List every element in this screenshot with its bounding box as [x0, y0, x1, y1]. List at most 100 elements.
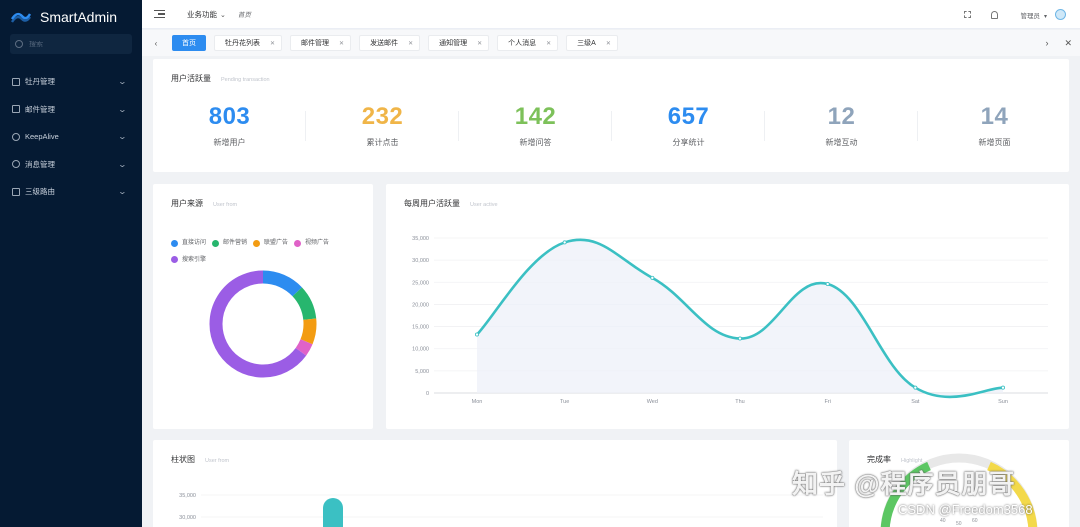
data-point[interactable] [475, 332, 480, 337]
legend-item[interactable]: 视频广告 [294, 236, 329, 250]
stat-label: 新增页面 [978, 138, 1011, 147]
avatar[interactable] [1055, 9, 1066, 20]
data-point[interactable] [737, 336, 742, 341]
stat-value: 12 [827, 103, 856, 130]
watermark: CSDN @Freedom3568 [898, 502, 1033, 517]
brand-name: SmartAdmin [40, 9, 118, 25]
user-menu[interactable]: 管理员 ▾ [1020, 10, 1047, 20]
y-tick-label: 35,000 [412, 236, 429, 242]
y-tick-label: 10,000 [412, 347, 429, 353]
data-point[interactable] [913, 385, 918, 390]
legend-label: 邮件营销 [223, 240, 248, 246]
sidebar-item-label: KeepAlive [25, 132, 59, 142]
bell-icon [12, 160, 20, 169]
stat-value: 14 [980, 103, 1009, 130]
gauge-tick: 50 [956, 521, 962, 527]
stat-pages: 14 新增页面 [918, 103, 1071, 148]
close-all-icon[interactable]: ✕ [1064, 38, 1072, 49]
line-chart: 0 5,000 10,000 15,000 20,000 25,000 30,000 35,0… [412, 236, 1048, 405]
user-name: 管理员 [1020, 12, 1040, 20]
sidebar-search-input[interactable] [29, 40, 129, 48]
sidebar-item-route[interactable]: 三级路由 ⌄ [0, 178, 142, 206]
logo-icon [10, 12, 32, 23]
sidebar-item-label: 牡丹管理 [25, 77, 55, 87]
business-menu[interactable]: 业务功能 ⌄ [187, 9, 226, 20]
sidebar-item-label: 消息管理 [25, 159, 55, 169]
stat-label: 分享统计 [672, 138, 705, 147]
card-title: 用户来源 User from [171, 198, 237, 209]
watermark: 知乎 @程序员朋哥 [792, 469, 1016, 499]
tab-level3[interactable]: 三级A ✕ [566, 35, 618, 51]
stat-value: 803 [208, 103, 251, 130]
y-tick-label: 25,000 [412, 280, 429, 286]
sidebar-item-keepalive[interactable]: KeepAlive ⌄ [0, 123, 142, 151]
tab-label: 邮件管理 [301, 40, 330, 47]
close-icon[interactable]: ✕ [606, 40, 611, 47]
tab-home[interactable]: 首页 [172, 35, 206, 51]
legend-dot [171, 256, 178, 263]
sidebar-menu: 牡丹管理 ⌄ 邮件管理 ⌄ KeepAlive ⌄ 消息管理 ⌄ 三级路由 ⌄ [0, 68, 142, 206]
data-point[interactable] [1001, 385, 1006, 390]
chevron-down-icon: ⌄ [117, 104, 128, 114]
sidebar-item-message[interactable]: 消息管理 ⌄ [0, 151, 142, 179]
close-icon[interactable]: ✕ [270, 40, 275, 47]
bell-icon[interactable] [991, 10, 999, 19]
stats-title: 用户活跃量 [171, 74, 211, 83]
stat-value: 657 [667, 103, 710, 130]
stat-interactions: 12 新增互动 [765, 103, 918, 148]
close-icon[interactable]: ✕ [477, 40, 482, 47]
donut-slice[interactable] [292, 287, 317, 321]
legend-dot [171, 239, 178, 247]
tab-label: 发送邮件 [370, 40, 399, 47]
legend-item[interactable]: 搜索引擎 [171, 253, 206, 267]
legend-item[interactable]: 邮件营销 [212, 236, 247, 250]
user-source-card: 用户来源 User from 直接访问 邮件营销 联盟广告 视频广告搜索引擎 [153, 184, 373, 429]
tab-peony-list[interactable]: 牡丹花列表 ✕ [214, 35, 283, 51]
topbar: 业务功能 ⌄ 首页 管理员 ▾ [142, 0, 1080, 29]
tabs-controls: › ✕ [1045, 30, 1080, 56]
sidebar-search[interactable] [10, 34, 132, 54]
legend-item[interactable]: 直接访问 [171, 236, 206, 250]
tab-notice[interactable]: 通知管理 ✕ [428, 35, 490, 51]
gauge-tick: 60 [972, 518, 978, 524]
caret-down-icon: ▾ [1043, 13, 1047, 20]
tab-label: 个人消息 [508, 40, 537, 47]
tabs-bar: ‹ 首页 牡丹花列表 ✕ 邮件管理 ✕ 发送邮件 ✕ 通知管理 ✕ 个人消息 ✕ 三级A ✕… [142, 30, 1080, 56]
sidebar-item-mail[interactable]: 邮件管理 ⌄ [0, 96, 142, 124]
tab-mail[interactable]: 邮件管理 ✕ [290, 35, 352, 51]
chevron-down-icon: ⌄ [117, 132, 128, 142]
breadcrumb[interactable]: 首页 [238, 9, 251, 19]
close-icon[interactable]: ✕ [546, 40, 551, 47]
close-icon[interactable]: ✕ [408, 40, 413, 47]
data-point[interactable] [650, 275, 655, 280]
sidebar-item-peony[interactable]: 牡丹管理 ⌄ [0, 68, 142, 96]
legend-item[interactable]: 联盟广告 [253, 236, 288, 250]
y-tick-label: 0 [426, 391, 429, 397]
legend-dot [212, 239, 220, 247]
source-title: 用户来源 [171, 199, 203, 208]
tabs-scroll-right-icon[interactable]: › [1045, 38, 1048, 48]
bar-chart: 35,000 30,000 [179, 493, 823, 527]
close-icon[interactable]: ✕ [339, 40, 344, 47]
donut-slice[interactable] [300, 318, 317, 345]
stat-shares: 657 分享统计 [612, 103, 765, 148]
bar[interactable] [323, 498, 343, 527]
data-point[interactable] [562, 240, 567, 245]
tab-label: 首页 [182, 40, 196, 47]
sidebar-item-label: 三级路由 [25, 187, 55, 197]
menu-toggle-icon[interactable] [154, 9, 165, 19]
tab-send-mail[interactable]: 发送邮件 ✕ [359, 35, 421, 51]
fullscreen-icon[interactable] [964, 11, 972, 18]
data-point[interactable] [825, 282, 830, 287]
y-tick-label: 35,000 [179, 493, 196, 499]
chevron-down-icon: ⌄ [117, 159, 128, 169]
mail-icon [12, 105, 20, 114]
tab-personal-message[interactable]: 个人消息 ✕ [497, 35, 559, 51]
donut-slice[interactable] [295, 339, 313, 356]
donut-slice[interactable] [262, 270, 302, 297]
gear-icon [12, 132, 20, 141]
brand[interactable]: SmartAdmin [0, 0, 142, 34]
tabs-scroll-left-icon[interactable]: ‹ [150, 39, 162, 48]
y-tick-label: 30,000 [179, 515, 196, 521]
x-tick-label: Wed [647, 399, 658, 405]
